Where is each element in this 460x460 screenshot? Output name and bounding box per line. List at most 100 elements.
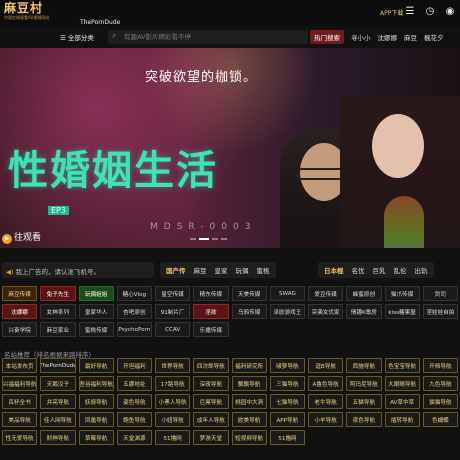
recommended-site-link[interactable]: 夜色导航	[346, 412, 382, 427]
studio-tag[interactable]: 蜜桃传媒	[78, 322, 114, 337]
recommended-site-link[interactable]: 开档导航	[422, 358, 458, 373]
studio-tag[interactable]: 蜂蜜原创	[346, 286, 382, 301]
recommended-site-link[interactable]: 本站发布页	[2, 358, 38, 373]
recommended-site-link[interactable]: 五猫导航	[346, 394, 382, 409]
recommended-site-link[interactable]: 51撸网	[155, 430, 191, 445]
studio-tag[interactable]: 猫爪传媒	[384, 286, 420, 301]
studio-tag[interactable]: 糖心Vlog	[116, 286, 152, 301]
recommended-site-link[interactable]: A鲁色导航	[308, 376, 344, 391]
recommended-site-link[interactable]: 吾谷福利导航	[78, 376, 114, 391]
recommended-site-link[interactable]: 西施导航	[346, 358, 382, 373]
recommended-site-link[interactable]: 深夜导航	[193, 376, 229, 391]
studio-tag[interactable]: 泽欧游戏王	[269, 304, 305, 319]
settings-icon[interactable]: ☰	[404, 6, 416, 18]
category-link[interactable]: 蜜桃	[257, 265, 270, 275]
recommended-site-link[interactable]: 小羊导航	[308, 412, 344, 427]
nav-link[interactable]: 寻小小	[351, 32, 371, 42]
recommended-site-link[interactable]: 巨屌导航	[193, 394, 229, 409]
recommended-site-link[interactable]: 短视频导航	[231, 430, 267, 445]
carousel-dot[interactable]	[199, 238, 209, 240]
recommended-site-link[interactable]: 小妞导航	[155, 412, 191, 427]
studio-tag[interactable]: kiss糖果屋	[384, 304, 420, 319]
recommended-site-link[interactable]: 开坦福利	[116, 358, 152, 373]
category-link[interactable]: 皇家	[215, 265, 228, 275]
studio-tag[interactable]: 玩偶姐姐	[78, 286, 114, 301]
recommended-site-link[interactable]: 梦游天堂	[193, 430, 229, 445]
japanese-category-label[interactable]: 日本棍	[324, 265, 344, 275]
studio-tag[interactable]: 麻豆传媒	[2, 286, 38, 301]
recommended-site-link[interactable]: 啵萝导航	[269, 358, 305, 373]
studio-tag[interactable]: CCAV	[155, 322, 191, 337]
studio-tag[interactable]: 女神系列	[40, 304, 76, 319]
carousel-dot[interactable]	[221, 238, 227, 240]
recommended-site-link[interactable]: 色宝宝导航	[384, 358, 420, 373]
recommended-site-link[interactable]: 最好导航	[78, 358, 114, 373]
recommended-site-link[interactable]: 小黑人导航	[155, 394, 191, 409]
recommended-site-link[interactable]: 色蝴蝶	[422, 412, 458, 427]
studio-tag[interactable]: 兔子先生	[40, 286, 76, 301]
recommended-site-link[interactable]: 欧美导航	[231, 412, 267, 427]
category-link[interactable]: 出轨	[415, 265, 428, 275]
recommended-site-link[interactable]: 百杯全书	[2, 394, 38, 409]
recommended-site-link[interactable]: 美品导航	[2, 412, 38, 427]
recommended-site-link[interactable]: 17路导航	[155, 376, 191, 391]
nav-link[interactable]: 楓花夕	[424, 32, 444, 42]
recommended-site-link[interactable]: ThePornDude	[40, 358, 76, 373]
recommended-site-link[interactable]: 草莓导航	[78, 430, 114, 445]
studio-tag[interactable]: 兴奋学院	[2, 322, 38, 337]
partner-site-name[interactable]: ThePornDude	[80, 19, 120, 26]
studio-tag[interactable]: 皇家华人	[78, 304, 114, 319]
studio-tag[interactable]: 天美传媒	[231, 286, 267, 301]
recommended-site-link[interactable]: 桃园中大洞	[231, 394, 267, 409]
recommended-site-link[interactable]: 逗B导航	[308, 358, 344, 373]
recommended-site-link[interactable]: 井亮导航	[40, 394, 76, 409]
recommended-site-link[interactable]: 五挪地址	[116, 376, 152, 391]
category-link[interactable]: 乱伦	[394, 265, 407, 275]
hot-search-link[interactable]: 热门搜索	[310, 30, 344, 44]
recommended-site-link[interactable]: 51撸网	[269, 430, 305, 445]
search-input[interactable]	[124, 31, 304, 43]
studio-tag[interactable]: 淫娃娃自拍	[422, 304, 458, 319]
recommended-site-link[interactable]: 凤凰导航	[78, 412, 114, 427]
recommended-site-link[interactable]: 九色导航	[422, 376, 458, 391]
recommended-site-link[interactable]: 天鹅汉子	[40, 376, 76, 391]
studio-tag[interactable]: 乌鸦传媒	[231, 304, 267, 319]
studio-tag[interactable]: 麻豆家业	[40, 322, 76, 337]
category-link[interactable]: 玩偶	[236, 265, 249, 275]
recommended-site-link[interactable]: 财神导航	[40, 430, 76, 445]
studio-tag[interactable]: 91制片厂	[155, 304, 191, 319]
recommended-site-link[interactable]: 世界导航	[155, 358, 191, 373]
all-categories-button[interactable]: ☰ 全部分类	[60, 32, 94, 42]
recommended-site-link[interactable]: 猫猫导航	[422, 394, 458, 409]
studio-tag[interactable]: 情趣K歌房	[346, 304, 382, 319]
studio-tag[interactable]: 精东传媒	[193, 286, 229, 301]
studio-tag[interactable]: 剑司	[422, 286, 458, 301]
carousel-dot[interactable]	[212, 238, 218, 240]
category-link[interactable]: 麻豆	[194, 265, 207, 275]
recommended-site-link[interactable]: 姿色导航	[116, 394, 152, 409]
recommended-site-link[interactable]: 四次郎导航	[193, 358, 229, 373]
studio-tag[interactable]: PsychoPorn	[116, 322, 152, 337]
recommended-site-link[interactable]: 鲍鱼导航	[116, 412, 152, 427]
recommended-site-link[interactable]: 妖娆导航	[78, 394, 114, 409]
category-link[interactable]: 巨乳	[373, 265, 386, 275]
recommended-site-link[interactable]: 成年人导航	[193, 412, 229, 427]
recommended-site-link[interactable]: AV草中草	[384, 394, 420, 409]
recommended-site-link[interactable]: 兴福福利导航	[2, 376, 38, 391]
domestic-category-label[interactable]: 国产传	[166, 265, 186, 275]
nav-link[interactable]: 麻豆	[404, 32, 417, 42]
search-icon[interactable]: ⌕	[112, 31, 116, 41]
site-logo[interactable]: 麻豆村 中国在线观看AV视频网站	[4, 2, 64, 24]
history-icon[interactable]: ◷	[424, 6, 436, 18]
studio-tag[interactable]: 淫欲	[193, 304, 229, 319]
carousel-dot[interactable]	[190, 238, 196, 240]
recommended-site-link[interactable]: 三猫导航	[269, 376, 305, 391]
nav-link[interactable]: 沈娜娜	[378, 32, 398, 42]
studio-tag[interactable]: 星空传媒	[155, 286, 191, 301]
user-icon[interactable]: ◉	[444, 6, 456, 18]
recommended-site-link[interactable]: 性无爱导航	[2, 430, 38, 445]
app-download-link[interactable]: APP下载	[380, 8, 403, 17]
recommended-site-link[interactable]: 七猫导航	[269, 394, 305, 409]
studio-tag[interactable]: 乐播传媒	[193, 322, 229, 337]
recommended-site-link[interactable]: 福利研究所	[231, 358, 267, 373]
